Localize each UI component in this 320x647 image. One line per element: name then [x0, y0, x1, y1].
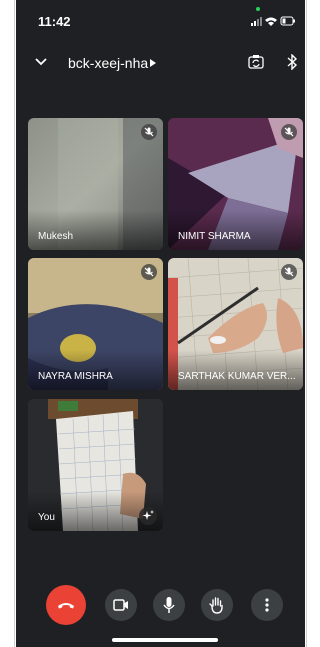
frame-border-left	[14, 0, 15, 647]
switch-camera-icon[interactable]	[248, 54, 264, 70]
hang-up-icon	[58, 603, 74, 609]
tile-shade	[168, 210, 303, 250]
microphone-icon	[163, 597, 175, 613]
tile-shade	[168, 350, 303, 390]
bluetooth-icon[interactable]	[286, 54, 298, 70]
video-camera-icon	[113, 599, 128, 611]
status-time: 11:42	[38, 14, 71, 29]
hand-icon	[209, 597, 223, 614]
participant-tile[interactable]: NIMIT SHARMA	[168, 118, 303, 250]
self-view-tile[interactable]: You	[28, 399, 163, 531]
privacy-indicator-dot	[256, 7, 260, 11]
participant-name-self: You	[38, 512, 55, 523]
end-call-button[interactable]	[46, 585, 86, 625]
more-vert-icon	[265, 598, 269, 612]
call-controls	[16, 580, 305, 626]
meet-app-screen: 11:42 bck-xeej-nha Mukesh NIMIT SHARMA N…	[16, 0, 305, 647]
more-options-button[interactable]	[251, 589, 283, 621]
participant-tile[interactable]: Mukesh	[28, 118, 163, 250]
mic-off-icon	[281, 124, 297, 140]
caret-right-icon[interactable]	[150, 59, 156, 67]
mic-off-icon	[141, 264, 157, 280]
chevron-down-icon[interactable]	[34, 55, 48, 69]
participant-tile[interactable]: SARTHAK KUMAR VER...	[168, 258, 303, 390]
frame-border-right	[306, 0, 307, 647]
mic-off-icon	[281, 264, 297, 280]
status-icons	[251, 16, 295, 26]
participant-name: Mukesh	[38, 231, 74, 242]
participant-name: NIMIT SHARMA	[178, 231, 251, 242]
meeting-code[interactable]: bck-xeej-nha	[68, 55, 148, 71]
raise-hand-button[interactable]	[201, 589, 233, 621]
participant-tile[interactable]: NAYRA MISHRA	[28, 258, 163, 390]
mic-off-icon	[141, 124, 157, 140]
status-bar: 11:42	[16, 0, 305, 40]
participant-name: SARTHAK KUMAR VER...	[178, 371, 296, 382]
home-indicator	[112, 638, 218, 642]
camera-button[interactable]	[105, 589, 137, 621]
participant-name: NAYRA MISHRA	[38, 371, 113, 382]
tile-shade	[28, 350, 163, 390]
effects-button[interactable]	[139, 507, 157, 525]
sparkle-icon	[142, 510, 154, 520]
tile-shade	[28, 210, 163, 250]
meeting-header: bck-xeej-nha	[16, 46, 305, 80]
microphone-button[interactable]	[153, 589, 185, 621]
